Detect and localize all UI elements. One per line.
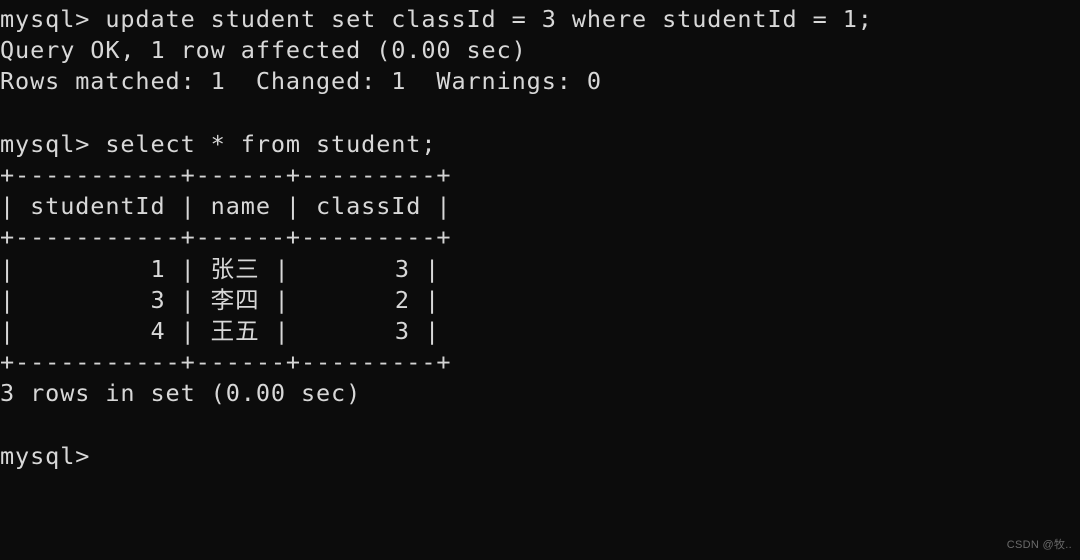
table-border-bottom: +-----------+------+---------+ [0,348,452,377]
terminal-line-blank-1 [0,98,873,129]
table-header-row: | studentId | name | classId | [0,192,452,221]
terminal-line-query-ok: Query OK, 1 row affected (0.00 sec) [0,36,527,65]
terminal-line-rows-matched: Rows matched: 1 Changed: 1 Warnings: 0 [0,67,602,96]
table-row: | 1 | 张三 | 3 | [0,254,441,283]
terminal-line-update-command: mysql> update student set classId = 3 wh… [0,5,873,33]
terminal-prompt-active[interactable]: mysql> [0,441,873,472]
table-row: | 4 | 王五 | 3 | [0,316,441,345]
table-row: | 3 | 李四 | 2 | [0,285,441,314]
terminal-window[interactable]: mysql> update student set classId = 3 wh… [0,0,1080,560]
terminal-line-row-count: 3 rows in set (0.00 sec) [0,379,362,408]
terminal-line-blank-2 [0,409,873,440]
table-border-top: +-----------+------+---------+ [0,160,452,189]
table-border-header: +-----------+------+---------+ [0,223,452,252]
terminal-console-output[interactable]: mysql> update student set classId = 3 wh… [0,0,873,472]
terminal-line-select-command: mysql> select * from student; [0,129,437,158]
csdn-watermark: CSDN @牧.. [1006,539,1072,551]
